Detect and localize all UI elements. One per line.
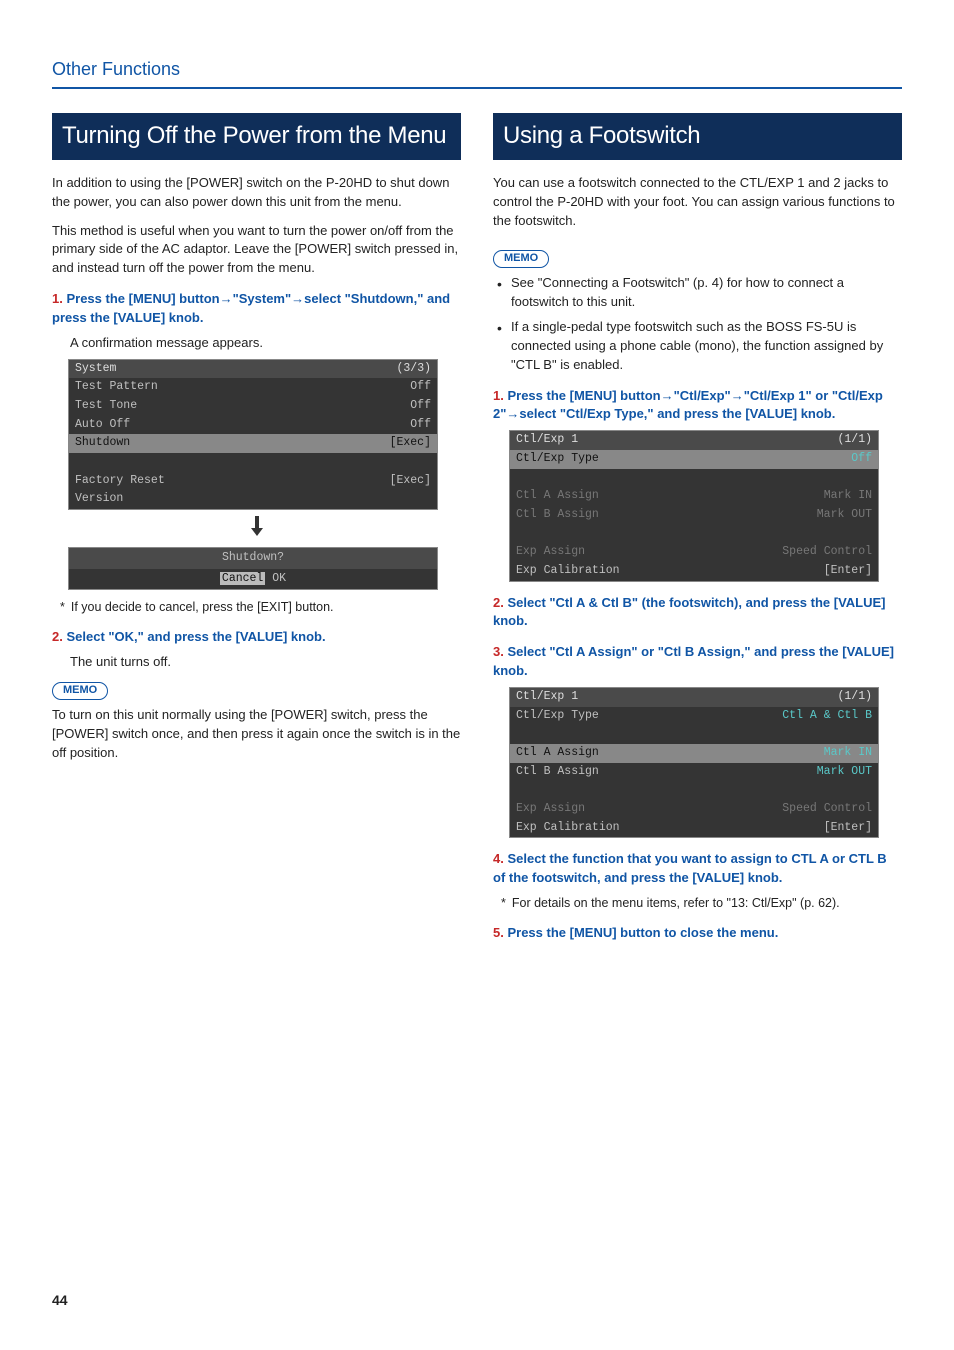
ctlexp-menu-screenshot-2: Ctl/Exp 1(1/1) Ctl/Exp TypeCtl A & Ctl B…	[509, 687, 879, 838]
down-arrow-icon	[52, 514, 461, 543]
left-cancel-note: *If you decide to cancel, press the [EXI…	[60, 598, 461, 616]
right-step-4: 4. Select the function that you want to …	[493, 850, 902, 888]
left-intro-2: This method is useful when you want to t…	[52, 222, 461, 279]
left-memo-text: To turn on this unit normally using the …	[52, 706, 461, 763]
memo-item: See "Connecting a Footswitch" (p. 4) for…	[511, 274, 902, 312]
memo-badge: MEMO	[493, 250, 549, 268]
breadcrumb: Other Functions	[52, 56, 902, 89]
section-title-left: Turning Off the Power from the Menu	[52, 113, 461, 160]
step-text: Select "OK," and press the [VALUE] knob.	[66, 629, 325, 644]
left-column: Turning Off the Power from the Menu In a…	[52, 113, 461, 949]
step-text: Press the [MENU] button→"System"→select …	[52, 291, 450, 325]
left-step-1: 1. Press the [MENU] button→"System"→sele…	[52, 290, 461, 328]
right-memo-list: See "Connecting a Footswitch" (p. 4) for…	[493, 274, 902, 374]
step-number: 2.	[52, 629, 63, 644]
left-intro-1: In addition to using the [POWER] switch …	[52, 174, 461, 212]
right-step-2: 2. Select "Ctl A & Ctl B" (the footswitc…	[493, 594, 902, 632]
left-step1-sub: A confirmation message appears.	[70, 334, 461, 353]
left-step-2: 2. Select "OK," and press the [VALUE] kn…	[52, 628, 461, 647]
shutdown-dialog: Shutdown? Cancel OK	[68, 547, 438, 590]
memo-badge: MEMO	[52, 682, 108, 700]
right-step-3: 3. Select "Ctl A Assign" or "Ctl B Assig…	[493, 643, 902, 681]
ctlexp-menu-screenshot-1: Ctl/Exp 1(1/1) Ctl/Exp TypeOff Ctl A Ass…	[509, 430, 879, 581]
system-menu-screenshot: System(3/3) Test PatternOffTest ToneOffA…	[68, 359, 438, 510]
right-intro: You can use a footswitch connected to th…	[493, 174, 902, 231]
right-column: Using a Footswitch You can use a footswi…	[493, 113, 902, 949]
step-number: 1.	[52, 291, 63, 306]
right-step-1: 1. Press the [MENU] button→"Ctl/Exp"→"Ct…	[493, 387, 902, 425]
section-title-right: Using a Footswitch	[493, 113, 902, 160]
memo-item: If a single-pedal type footswitch such a…	[511, 318, 902, 375]
left-step2-sub: The unit turns off.	[70, 653, 461, 672]
right-step-5: 5. Press the [MENU] button to close the …	[493, 924, 902, 943]
page-number: 44	[52, 1290, 68, 1310]
right-note-star: *For details on the menu items, refer to…	[501, 894, 902, 912]
